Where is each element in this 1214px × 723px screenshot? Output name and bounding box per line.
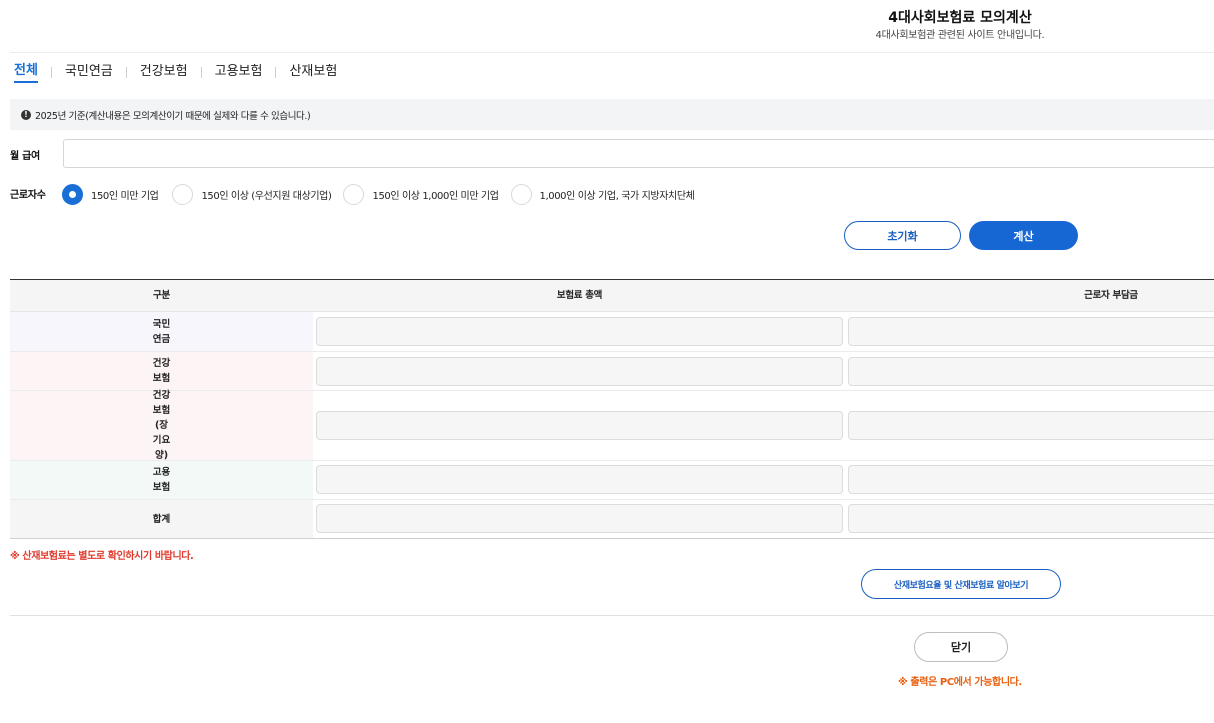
notice-text: 2025년 기준(계산내용은 모의계산이기 때문에 실제와 다를 수 있습니다.… xyxy=(35,110,311,122)
table-row-long-term-care: 건강보험(장기요양) xyxy=(10,390,1214,461)
total-premium-cell xyxy=(316,411,843,440)
tab-national-pension[interactable]: 국민연금 xyxy=(65,62,113,82)
workers-radio-group: 150인 미만 기업 150인 이상 (우선지원 대상기업) 150인 이상 1… xyxy=(62,183,695,205)
radio-150-to-1000[interactable]: 150인 이상 1,000인 미만 기업 xyxy=(343,183,499,205)
industrial-accident-warning: ※ 산재보험료는 별도로 확인하시기 바랍니다. xyxy=(10,551,194,562)
radio-label: 150인 이상 1,000인 미만 기업 xyxy=(372,190,499,202)
header-total-premium: 보험료 총액 xyxy=(556,290,603,301)
close-button[interactable]: 닫기 xyxy=(914,632,1008,662)
employee-share-cell xyxy=(848,317,1214,346)
tab-employment-insurance[interactable]: 고용보험 xyxy=(215,62,263,82)
tab-industrial-accident[interactable]: 산재보험 xyxy=(289,62,337,82)
total-premium-cell xyxy=(316,465,843,494)
tab-separator xyxy=(200,66,202,78)
radio-over-1000[interactable]: 1,000인 이상 기업, 국가 지방자치단체 xyxy=(510,183,695,205)
radio-label: 150인 이상 (우선지원 대상기업) xyxy=(201,190,332,202)
row-label-national-pension: 국민연금 xyxy=(10,312,313,351)
table-row-health-insurance: 건강보험 xyxy=(10,352,1214,391)
tab-all[interactable]: 전체 xyxy=(14,61,38,83)
employee-share-cell xyxy=(848,465,1214,494)
header-employee-share: 근로자 부담금 xyxy=(1084,290,1138,301)
radio-over-150-priority[interactable]: 150인 이상 (우선지원 대상기업) xyxy=(172,183,332,205)
employee-share-cell xyxy=(848,357,1214,386)
employee-share-cell xyxy=(848,411,1214,440)
salary-input[interactable] xyxy=(63,139,1214,168)
tab-health-insurance[interactable]: 건강보험 xyxy=(140,62,188,82)
employee-share-cell xyxy=(848,504,1214,533)
industrial-accident-info-button[interactable]: 산재보험요율 및 산재보험료 알아보기 xyxy=(861,569,1061,599)
tab-separator xyxy=(275,66,277,78)
row-label-long-term-care: 건강보험(장기요양) xyxy=(10,390,313,461)
header-divider xyxy=(10,52,1214,53)
radio-button[interactable] xyxy=(343,183,365,205)
row-label-employment-insurance: 고용보험 xyxy=(10,461,313,499)
tab-separator xyxy=(50,66,52,78)
total-premium-cell xyxy=(316,357,843,386)
footer-divider xyxy=(10,615,1214,616)
page-header: 4대사회보험료 모의계산 4대사회보험관 관련된 사이트 안내입니다. xyxy=(820,8,1100,44)
total-premium-cell xyxy=(316,504,843,533)
radio-label: 1,000인 이상 기업, 국가 지방자치단체 xyxy=(539,190,695,202)
page-subtitle: 4대사회보험관 관련된 사이트 안내입니다. xyxy=(875,30,1045,41)
radio-button-checked[interactable] xyxy=(62,183,83,205)
table-row-total: 합계 xyxy=(10,500,1214,538)
table-row-employment-insurance: 고용보험 xyxy=(10,461,1214,500)
total-premium-cell xyxy=(316,317,843,346)
calculate-button[interactable]: 계산 xyxy=(969,221,1078,250)
salary-label: 월 급여 xyxy=(10,151,40,162)
tab-bar: 전체 국민연금 건강보험 고용보험 산재보험 xyxy=(14,61,337,83)
workers-label: 근로자수 xyxy=(10,190,46,201)
page-title: 4대사회보험료 모의계산 xyxy=(888,10,1032,26)
tab-separator xyxy=(125,66,127,78)
radio-under-150[interactable]: 150인 미만 기업 xyxy=(62,183,159,205)
exclamation-circle-icon: ! xyxy=(21,109,31,120)
table-bottom-border xyxy=(10,538,1214,539)
notice-bar: ! 2025년 기준(계산내용은 모의계산이기 때문에 실제와 다를 수 있습니… xyxy=(10,99,1214,130)
table-header: 구분 보험료 총액 근로자 부담금 xyxy=(10,280,1214,312)
row-label-total: 합계 xyxy=(10,500,313,538)
reset-button[interactable]: 초기화 xyxy=(844,221,961,250)
radio-label: 150인 미만 기업 xyxy=(91,190,159,202)
table-row-national-pension: 국민연금 xyxy=(10,312,1214,352)
print-notice: ※ 출력은 PC에서 가능합니다. xyxy=(898,677,1022,688)
radio-button[interactable] xyxy=(172,183,194,205)
header-category: 구분 xyxy=(153,290,170,301)
radio-button[interactable] xyxy=(510,183,532,205)
row-label-health-insurance: 건강보험 xyxy=(10,352,313,390)
